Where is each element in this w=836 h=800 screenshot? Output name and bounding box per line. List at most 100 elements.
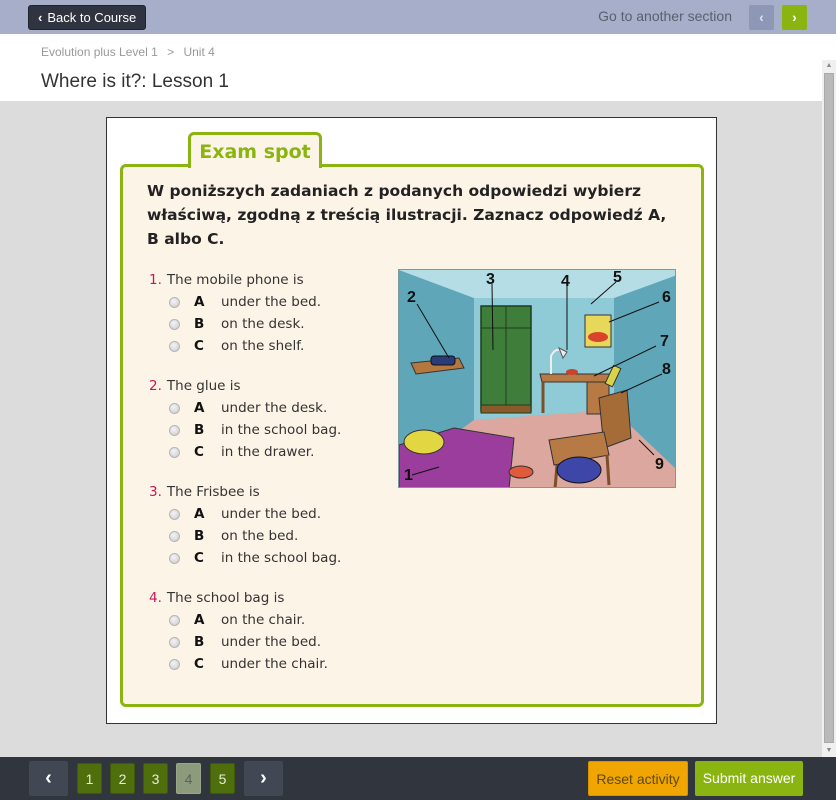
option-text: on the chair. [221,612,306,628]
option-4c[interactable]: Cunder the chair. [149,653,389,675]
radio-button[interactable] [169,296,180,308]
picture-label-3: 3 [486,271,495,288]
option-1a[interactable]: Aunder the bed. [149,291,389,313]
picture-label-7: 7 [660,333,669,350]
question-number: 1. [149,272,162,288]
page-title: Where is it?: Lesson 1 [41,71,229,92]
option-letter: C [194,444,204,460]
exam-spot-tab: Exam spot [188,132,322,168]
option-2c[interactable]: Cin the drawer. [149,441,389,463]
picture-label-6: 6 [662,289,671,306]
page-button-3[interactable]: 3 [143,763,168,794]
option-4a[interactable]: Aon the chair. [149,609,389,631]
option-text: under the bed. [221,506,322,522]
question-number: 3. [149,484,162,500]
option-text: under the chair. [221,656,328,672]
radio-button[interactable] [169,530,180,542]
chevron-left-icon: ‹ [38,10,43,25]
option-text: on the bed. [221,528,299,544]
option-2b[interactable]: Bin the school bag. [149,419,389,441]
breadcrumb: Evolution plus Level 1 > Unit 4 [41,45,221,59]
back-to-course-label: Back to Course [47,10,137,25]
previous-page-button[interactable]: ‹ [29,761,68,796]
radio-button[interactable] [169,614,180,626]
chevron-left-icon: ‹ [45,767,52,789]
option-letter: B [194,528,205,544]
page-header: Evolution plus Level 1 > Unit 4 Where is… [0,34,836,101]
picture-label-9: 9 [655,456,664,473]
option-2a[interactable]: Aunder the desk. [149,397,389,419]
scrollbar-thumb[interactable] [824,73,834,743]
option-3c[interactable]: Cin the school bag. [149,547,389,569]
activity-panel: Exam spot W poniższych zadaniach z podan… [106,117,717,724]
radio-button[interactable] [169,340,180,352]
option-text: on the shelf. [221,338,305,354]
question-text: The Frisbee is [166,484,260,500]
scroll-down-arrow-icon[interactable]: ▼ [822,745,836,757]
radio-button[interactable] [169,658,180,670]
option-letter: A [194,612,205,628]
question-number: 4. [149,590,162,606]
school-bag [556,456,602,484]
question-text: The mobile phone is [166,272,304,288]
option-letter: B [194,316,205,332]
option-1c[interactable]: Con the shelf. [149,335,389,357]
page-button-4[interactable]: 4 [176,763,201,794]
option-text: under the bed. [221,294,322,310]
option-text: on the desk. [221,316,305,332]
option-letter: C [194,338,204,354]
picture-label-8: 8 [662,361,671,378]
option-3a[interactable]: Aunder the bed. [149,503,389,525]
option-3b[interactable]: Bon the bed. [149,525,389,547]
option-4b[interactable]: Bunder the bed. [149,631,389,653]
question-text: The school bag is [166,590,285,606]
option-letter: A [194,294,205,310]
chevron-right-icon: › [260,767,267,789]
next-section-button[interactable]: › [782,5,807,30]
chevron-right-icon: › [792,9,797,25]
option-text: in the drawer. [221,444,315,460]
radio-button[interactable] [169,402,180,414]
radio-button[interactable] [169,552,180,564]
option-1b[interactable]: Bon the desk. [149,313,389,335]
radio-button[interactable] [169,636,180,648]
picture-label-5: 5 [613,270,622,286]
vertical-scrollbar[interactable]: ▲ ▼ [822,60,836,757]
page-button-1[interactable]: 1 [77,763,102,794]
chevron-left-icon: ‹ [759,9,764,25]
instruction-text: W poniższych zadaniach z podanych odpowi… [147,182,667,248]
picture-label-4: 4 [561,273,570,290]
radio-button[interactable] [169,508,180,520]
question-number: 2. [149,378,162,394]
question-4: 4. The school bag is Aon the chair. Bunde… [149,587,389,675]
page-button-2[interactable]: 2 [110,763,135,794]
question-list: 1. The mobile phone is Aunder the bed. Bo… [149,269,389,693]
radio-button[interactable] [169,424,180,436]
footer-bar: ‹ 1 2 3 4 5 › Reset activity Submit answ… [0,757,836,800]
option-text: under the bed. [221,634,322,650]
question-3: 3. The Frisbee is Aunder the bed. Bon the… [149,481,389,569]
option-letter: C [194,656,204,672]
next-page-button[interactable]: › [244,761,283,796]
scroll-up-arrow-icon[interactable]: ▲ [822,60,836,72]
go-to-another-section-label: Go to another section [598,8,732,24]
question-2: 2. The glue is Aunder the desk. Bin the s… [149,375,389,463]
top-bar: ‹ Back to Course Go to another section ‹… [0,0,836,34]
bedroom-illustration: 1 2 3 4 5 6 7 8 9 [398,269,676,488]
option-text: in the school bag. [221,422,342,438]
question-1: 1. The mobile phone is Aunder the bed. Bo… [149,269,389,357]
previous-section-button[interactable]: ‹ [749,5,774,30]
breadcrumb-item-course[interactable]: Evolution plus Level 1 [41,45,158,59]
picture-label-1: 1 [404,467,413,484]
option-letter: A [194,506,205,522]
option-text: in the school bag. [221,550,342,566]
back-to-course-button[interactable]: ‹ Back to Course [28,5,147,30]
option-letter: A [194,400,205,416]
radio-button[interactable] [169,318,180,330]
radio-button[interactable] [169,446,180,458]
reset-activity-button[interactable]: Reset activity [588,761,688,796]
submit-answer-button[interactable]: Submit answer [695,761,803,796]
breadcrumb-item-unit[interactable]: Unit 4 [183,45,214,59]
page-button-5[interactable]: 5 [210,763,235,794]
picture-label-2: 2 [407,289,416,306]
